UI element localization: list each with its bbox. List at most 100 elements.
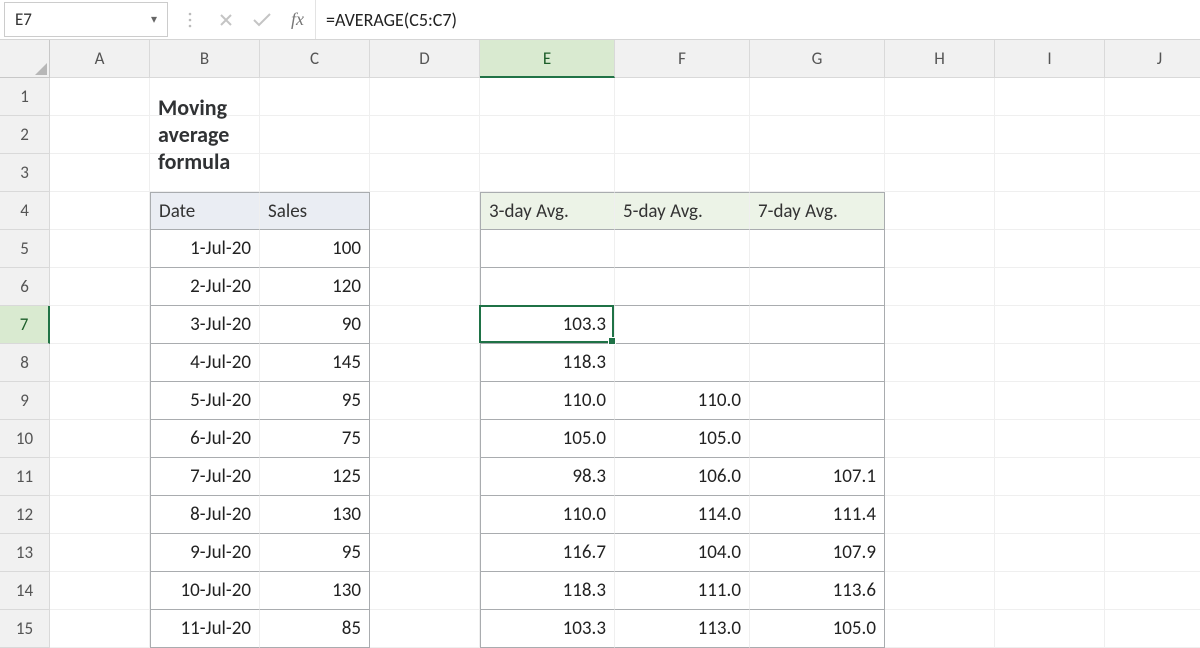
- cell-I13[interactable]: [995, 534, 1105, 572]
- cell-J4[interactable]: [1105, 192, 1200, 230]
- cell-F2[interactable]: [615, 116, 750, 154]
- expand-formula-icon[interactable]: [172, 0, 208, 39]
- cell-D8[interactable]: [370, 344, 480, 382]
- col-header-D[interactable]: D: [370, 40, 480, 78]
- date-value[interactable]: 7-Jul-20: [150, 458, 260, 496]
- cell-G2[interactable]: [750, 116, 885, 154]
- avg3-value[interactable]: 118.3: [480, 344, 615, 382]
- cell-J15[interactable]: [1105, 610, 1200, 648]
- col-header-G[interactable]: G: [750, 40, 885, 78]
- avg3-value[interactable]: 118.3: [480, 572, 615, 610]
- row-header-2[interactable]: 2: [0, 116, 50, 154]
- avg3-value[interactable]: 110.0: [480, 382, 615, 420]
- cell-A3[interactable]: [50, 154, 150, 192]
- cell-J6[interactable]: [1105, 268, 1200, 306]
- cell-I9[interactable]: [995, 382, 1105, 420]
- avg5-value[interactable]: [615, 306, 750, 344]
- cell-J13[interactable]: [1105, 534, 1200, 572]
- avg5-value[interactable]: 104.0: [615, 534, 750, 572]
- cell-I8[interactable]: [995, 344, 1105, 382]
- avg7-value[interactable]: [750, 382, 885, 420]
- cell-H6[interactable]: [885, 268, 995, 306]
- avg3-value[interactable]: 103.3: [480, 306, 615, 344]
- select-all-corner[interactable]: [0, 40, 50, 78]
- avg5-value[interactable]: 105.0: [615, 420, 750, 458]
- cell-D15[interactable]: [370, 610, 480, 648]
- cell-H9[interactable]: [885, 382, 995, 420]
- cell-D11[interactable]: [370, 458, 480, 496]
- cell-A5[interactable]: [50, 230, 150, 268]
- cell-D14[interactable]: [370, 572, 480, 610]
- cell-J5[interactable]: [1105, 230, 1200, 268]
- cell-C3[interactable]: [260, 154, 370, 192]
- cell-C2[interactable]: [260, 116, 370, 154]
- cell-D4[interactable]: [370, 192, 480, 230]
- spreadsheet-grid[interactable]: ABCDEFGHIJ12Moving average formula34Date…: [0, 40, 1200, 648]
- row-header-15[interactable]: 15: [0, 610, 50, 648]
- cell-A7[interactable]: [50, 306, 150, 344]
- cell-F1[interactable]: [615, 78, 750, 116]
- date-value[interactable]: 1-Jul-20: [150, 230, 260, 268]
- cell-D5[interactable]: [370, 230, 480, 268]
- cell-I2[interactable]: [995, 116, 1105, 154]
- row-header-1[interactable]: 1: [0, 78, 50, 116]
- avg5-value[interactable]: [615, 230, 750, 268]
- avg7-value[interactable]: [750, 306, 885, 344]
- avg5-value[interactable]: 114.0: [615, 496, 750, 534]
- cell-H11[interactable]: [885, 458, 995, 496]
- row-header-12[interactable]: 12: [0, 496, 50, 534]
- cell-G3[interactable]: [750, 154, 885, 192]
- cell-I15[interactable]: [995, 610, 1105, 648]
- cell-H7[interactable]: [885, 306, 995, 344]
- avg3-value[interactable]: 110.0: [480, 496, 615, 534]
- cell-H4[interactable]: [885, 192, 995, 230]
- avg7-value[interactable]: 105.0: [750, 610, 885, 648]
- cell-H15[interactable]: [885, 610, 995, 648]
- cell-H13[interactable]: [885, 534, 995, 572]
- cell-H8[interactable]: [885, 344, 995, 382]
- avg5-value[interactable]: 110.0: [615, 382, 750, 420]
- avg5-value[interactable]: [615, 268, 750, 306]
- cell-H5[interactable]: [885, 230, 995, 268]
- sales-value[interactable]: 130: [260, 496, 370, 534]
- cell-A15[interactable]: [50, 610, 150, 648]
- avg5-value[interactable]: 113.0: [615, 610, 750, 648]
- avg7-value[interactable]: 111.4: [750, 496, 885, 534]
- cell-I14[interactable]: [995, 572, 1105, 610]
- cell-A11[interactable]: [50, 458, 150, 496]
- row-header-3[interactable]: 3: [0, 154, 50, 192]
- cell-H14[interactable]: [885, 572, 995, 610]
- col-header-F[interactable]: F: [615, 40, 750, 78]
- cell-D12[interactable]: [370, 496, 480, 534]
- avg7-value[interactable]: [750, 344, 885, 382]
- cell-I3[interactable]: [995, 154, 1105, 192]
- cell-J1[interactable]: [1105, 78, 1200, 116]
- row-header-14[interactable]: 14: [0, 572, 50, 610]
- cell-A1[interactable]: [50, 78, 150, 116]
- date-value[interactable]: 4-Jul-20: [150, 344, 260, 382]
- cell-A13[interactable]: [50, 534, 150, 572]
- cell-I6[interactable]: [995, 268, 1105, 306]
- cell-I4[interactable]: [995, 192, 1105, 230]
- avg7-value[interactable]: [750, 230, 885, 268]
- cell-J3[interactable]: [1105, 154, 1200, 192]
- avg3-value[interactable]: [480, 230, 615, 268]
- cell-A4[interactable]: [50, 192, 150, 230]
- col-header-B[interactable]: B: [150, 40, 260, 78]
- cell-A8[interactable]: [50, 344, 150, 382]
- sales-value[interactable]: 75: [260, 420, 370, 458]
- date-value[interactable]: 11-Jul-20: [150, 610, 260, 648]
- sales-value[interactable]: 95: [260, 534, 370, 572]
- cell-D1[interactable]: [370, 78, 480, 116]
- sales-value[interactable]: 95: [260, 382, 370, 420]
- row-header-11[interactable]: 11: [0, 458, 50, 496]
- avg7-value[interactable]: 113.6: [750, 572, 885, 610]
- cell-A6[interactable]: [50, 268, 150, 306]
- col-header-C[interactable]: C: [260, 40, 370, 78]
- cell-J10[interactable]: [1105, 420, 1200, 458]
- name-box-dropdown-icon[interactable]: ▾: [141, 12, 167, 27]
- cell-H1[interactable]: [885, 78, 995, 116]
- date-value[interactable]: 8-Jul-20: [150, 496, 260, 534]
- cell-E1[interactable]: [480, 78, 615, 116]
- row-header-13[interactable]: 13: [0, 534, 50, 572]
